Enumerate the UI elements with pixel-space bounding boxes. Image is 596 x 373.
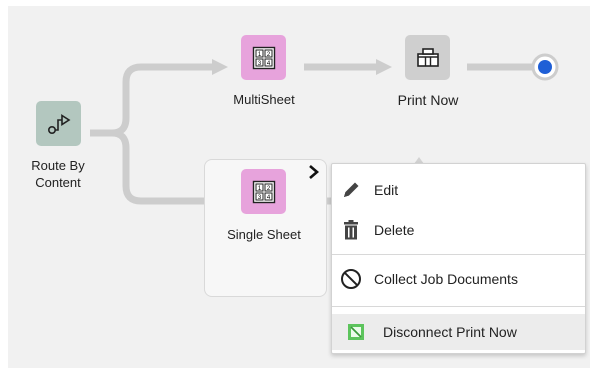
multi-page-icon: 1 2 3 4 <box>252 46 275 69</box>
context-menu: Edit Delete Collect Job Documents Discon… <box>331 163 586 354</box>
menu-item-collect-job-documents[interactable]: Collect Job Documents <box>332 261 585 297</box>
print-now-node[interactable] <box>405 35 450 80</box>
disconnect-icon <box>345 321 367 343</box>
menu-item-delete[interactable]: Delete <box>332 212 585 248</box>
trash-icon <box>340 219 362 241</box>
multisheet-label: MultiSheet <box>233 92 295 107</box>
arrow-to-multisheet <box>212 59 228 75</box>
arrow-to-printnow <box>376 59 392 75</box>
route-icon <box>47 113 70 134</box>
multi-page-icon: 1 2 3 4 <box>252 180 275 203</box>
route-by-content-label: Route By Content <box>31 158 85 190</box>
route-by-content-node[interactable] <box>36 101 81 146</box>
prohibit-icon <box>340 268 362 290</box>
menu-separator <box>332 306 585 307</box>
printer-icon <box>416 47 439 67</box>
single-sheet-label: Single Sheet <box>227 227 301 242</box>
chevron-right-icon[interactable] <box>307 164 321 180</box>
multisheet-node[interactable]: 1 2 3 4 <box>241 35 286 80</box>
single-sheet-node[interactable]: 1 2 3 4 <box>241 169 286 214</box>
connector-route-to-branches <box>90 63 214 137</box>
connector-route-to-singlesheet <box>111 129 214 205</box>
pencil-icon <box>340 179 362 201</box>
menu-item-edit[interactable]: Edit <box>332 172 585 208</box>
menu-item-disconnect-print-now[interactable]: Disconnect Print Now <box>332 314 585 350</box>
print-now-label: Print Now <box>397 92 459 108</box>
menu-separator <box>332 254 585 255</box>
